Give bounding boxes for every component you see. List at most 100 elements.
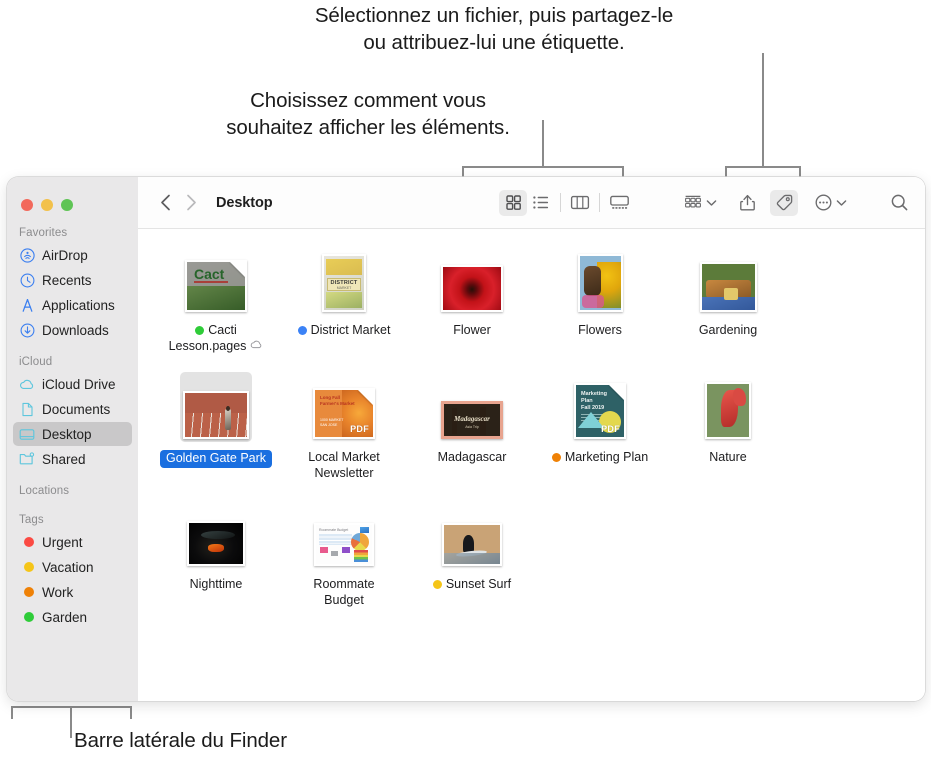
file-item[interactable]: Flowers [536, 245, 664, 354]
chevron-left-icon [160, 194, 170, 211]
grid-icon [505, 195, 521, 210]
more-actions-chevron-down-icon[interactable] [836, 199, 847, 207]
file-item[interactable]: Roommate Budget Roommate Budget [280, 499, 408, 608]
file-name-label[interactable]: Nature [709, 450, 747, 466]
shared-folder-icon [19, 451, 35, 467]
file-thumbnail [697, 245, 760, 315]
file-name-label[interactable]: Sunset Surf [432, 577, 512, 593]
tag-dot [19, 534, 35, 550]
file-name-text: Flowers [578, 323, 622, 337]
sidebar-item-recents[interactable]: Recents [13, 268, 132, 292]
file-name-label[interactable]: Madagascar [438, 450, 507, 466]
file-item[interactable]: DISTRICT MARKET District Market [280, 245, 408, 354]
sidebar-item-label: Work [42, 584, 74, 600]
desktop-icon [19, 426, 35, 442]
icloud-download-icon[interactable] [250, 339, 263, 350]
chevron-right-icon [186, 194, 196, 211]
sidebar-item-label: Applications [42, 297, 115, 313]
file-thumbnail [575, 245, 626, 315]
sidebar-item-downloads[interactable]: Downloads [13, 318, 132, 342]
file-item[interactable]: Golden Gate Park [152, 372, 280, 481]
file-name-label[interactable]: Marketing Plan [551, 450, 648, 466]
tag-button[interactable] [770, 189, 798, 216]
icloud-download-icon [251, 340, 262, 348]
file-name-label[interactable]: Cacti Lesson.pages [155, 323, 277, 354]
file-name-label[interactable]: Roommate Budget [290, 577, 399, 608]
minimize-button[interactable] [41, 199, 53, 211]
zoom-button[interactable] [61, 199, 73, 211]
sidebar-item-desktop[interactable]: Desktop [13, 422, 132, 446]
file-item[interactable]: Madagascar Asia Trip Madagascar [408, 372, 536, 481]
file-name-text: Sunset Surf [445, 577, 512, 591]
toolbar-divider [599, 193, 600, 212]
forward-button[interactable] [178, 190, 204, 216]
tag-icon [776, 194, 792, 211]
file-thumbnail [180, 372, 252, 442]
file-thumbnail: Madagascar Asia Trip [438, 372, 506, 442]
file-item[interactable]: Flower [408, 245, 536, 354]
file-name-label[interactable]: Local Market Newsletter [283, 450, 405, 481]
file-thumbnail [439, 499, 505, 569]
file-name-label[interactable]: Nighttime [190, 577, 243, 593]
file-item[interactable]: Sunset Surf [408, 499, 536, 608]
file-name-text: Lesson.pages [168, 338, 247, 353]
finder-window: Favorites AirDrop Recents Applications Downl… [7, 177, 925, 701]
file-tag-dot [551, 453, 561, 463]
sidebar-item-garden[interactable]: Garden [13, 605, 132, 629]
more-actions-button[interactable] [809, 190, 837, 216]
sidebar-item-applications[interactable]: Applications [13, 293, 132, 317]
gallery-view-button[interactable] [605, 190, 633, 216]
file-item[interactable]: Gardening [664, 245, 792, 354]
file-item[interactable]: Nature [664, 372, 792, 481]
file-name-text: District Market [310, 323, 391, 337]
file-name-label[interactable]: Golden Gate Park [159, 450, 273, 468]
sidebar-item-icloud-drive[interactable]: iCloud Drive [13, 372, 132, 396]
file-name-label[interactable]: Gardening [699, 323, 757, 339]
sidebar-item-label: Downloads [42, 322, 109, 338]
finder-sidebar: Favorites AirDrop Recents Applications Downl… [7, 177, 138, 701]
group-by-button[interactable] [679, 190, 707, 216]
file-item[interactable]: Marketing Plan Fall 2019 PDF Marketing Pla… [536, 372, 664, 481]
file-name-label[interactable]: Flowers [578, 323, 622, 339]
list-view-button[interactable] [527, 190, 555, 216]
sidebar-item-work[interactable]: Work [13, 580, 132, 604]
file-item[interactable]: Nighttime [152, 499, 280, 608]
group-by-chevron-down-icon[interactable] [706, 199, 717, 207]
document-icon [19, 401, 35, 417]
sidebar-item-documents[interactable]: Documents [13, 397, 132, 421]
file-tag-dot [297, 326, 307, 336]
file-item[interactable]: Cact Cacti Lesson.pages [152, 245, 280, 354]
tag-dot [19, 609, 35, 625]
sidebar-item-vacation[interactable]: Vacation [13, 555, 132, 579]
toolbar-divider [560, 193, 561, 212]
close-button[interactable] [21, 199, 33, 211]
file-name-text: Gardening [698, 323, 758, 337]
callout-sidebar-text: Barre latérale du Finder [74, 729, 287, 752]
file-thumbnail: DISTRICT MARKET [319, 245, 369, 315]
share-icon [739, 194, 755, 211]
search-button[interactable] [885, 190, 913, 216]
cloud-icon [19, 376, 35, 392]
list-icon [533, 196, 549, 209]
group-by-icon [685, 195, 701, 208]
sidebar-item-label: Vacation [42, 559, 94, 575]
sidebar-item-label: Shared [42, 451, 86, 467]
file-name-label[interactable]: Flower [453, 323, 491, 339]
back-button[interactable] [152, 190, 178, 216]
sidebar-item-shared[interactable]: Shared [13, 447, 132, 471]
file-name-label[interactable]: District Market [297, 323, 391, 339]
icon-view-button[interactable] [499, 189, 527, 216]
columns-icon [570, 195, 590, 210]
file-item[interactable]: Long Fall Farmer's Market 1000 MARKET SAN … [280, 372, 408, 481]
file-name-text: Flower [453, 323, 491, 337]
callout-share-tag-text: Sélectionnez un fichier, puis partagez-l… [314, 4, 674, 54]
airdrop-icon [19, 247, 35, 263]
file-icon-grid[interactable]: Cact Cacti Lesson.pages DISTRICT MARKET D… [138, 229, 925, 701]
file-thumbnail: Marketing Plan Fall 2019 PDF [571, 372, 629, 442]
sidebar-item-airdrop[interactable]: AirDrop [13, 243, 132, 267]
share-button[interactable] [733, 190, 761, 216]
column-view-button[interactable] [566, 190, 594, 216]
sidebar-section-header: Tags [19, 514, 44, 526]
sidebar-item-urgent[interactable]: Urgent [13, 530, 132, 554]
sidebar-item-label: Recents [42, 272, 92, 288]
